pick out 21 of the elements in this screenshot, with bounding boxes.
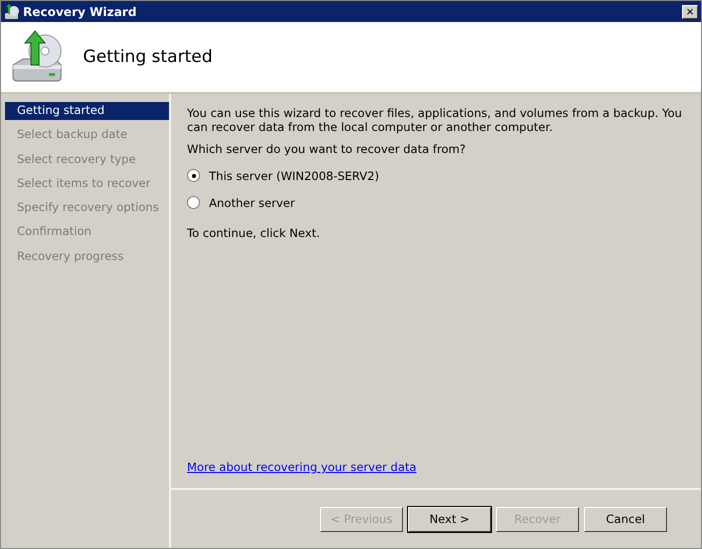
help-link[interactable]: More about recovering your server data	[187, 460, 416, 474]
question-text: Which server do you want to recover data from?	[187, 142, 467, 156]
radio-button[interactable]	[187, 169, 200, 182]
hint-text: To continue, click Next.	[187, 226, 321, 240]
wizard-step[interactable]: Recovery progress	[1, 248, 169, 272]
disk-icon	[4, 4, 20, 20]
close-button[interactable]: ×	[682, 4, 698, 18]
page-title: Getting started	[83, 47, 213, 67]
radio-button[interactable]	[187, 196, 200, 209]
wizard-step[interactable]: Getting started	[5, 102, 169, 120]
wizard-step[interactable]: Select backup date	[1, 126, 169, 151]
radio-label[interactable]: This server (WIN2008-SERV2)	[209, 168, 380, 182]
wizard-step[interactable]: Specify recovery options	[1, 199, 169, 224]
wizard-step[interactable]: Confirmation	[1, 223, 169, 248]
window-title: Recovery Wizard	[23, 4, 138, 18]
wizard-step[interactable]: Select recovery type	[1, 150, 169, 175]
wizard-button[interactable]: Next >	[408, 506, 491, 532]
wizard-step[interactable]: Select items to recover	[1, 174, 169, 200]
wizard-button[interactable]: Cancel	[584, 506, 667, 532]
intro-text: You can use this wizard to recover files, applications, and volumes from a backup. You can recover data from the local computer or another computer.	[187, 106, 683, 134]
radio-label[interactable]: Another server	[209, 196, 295, 210]
